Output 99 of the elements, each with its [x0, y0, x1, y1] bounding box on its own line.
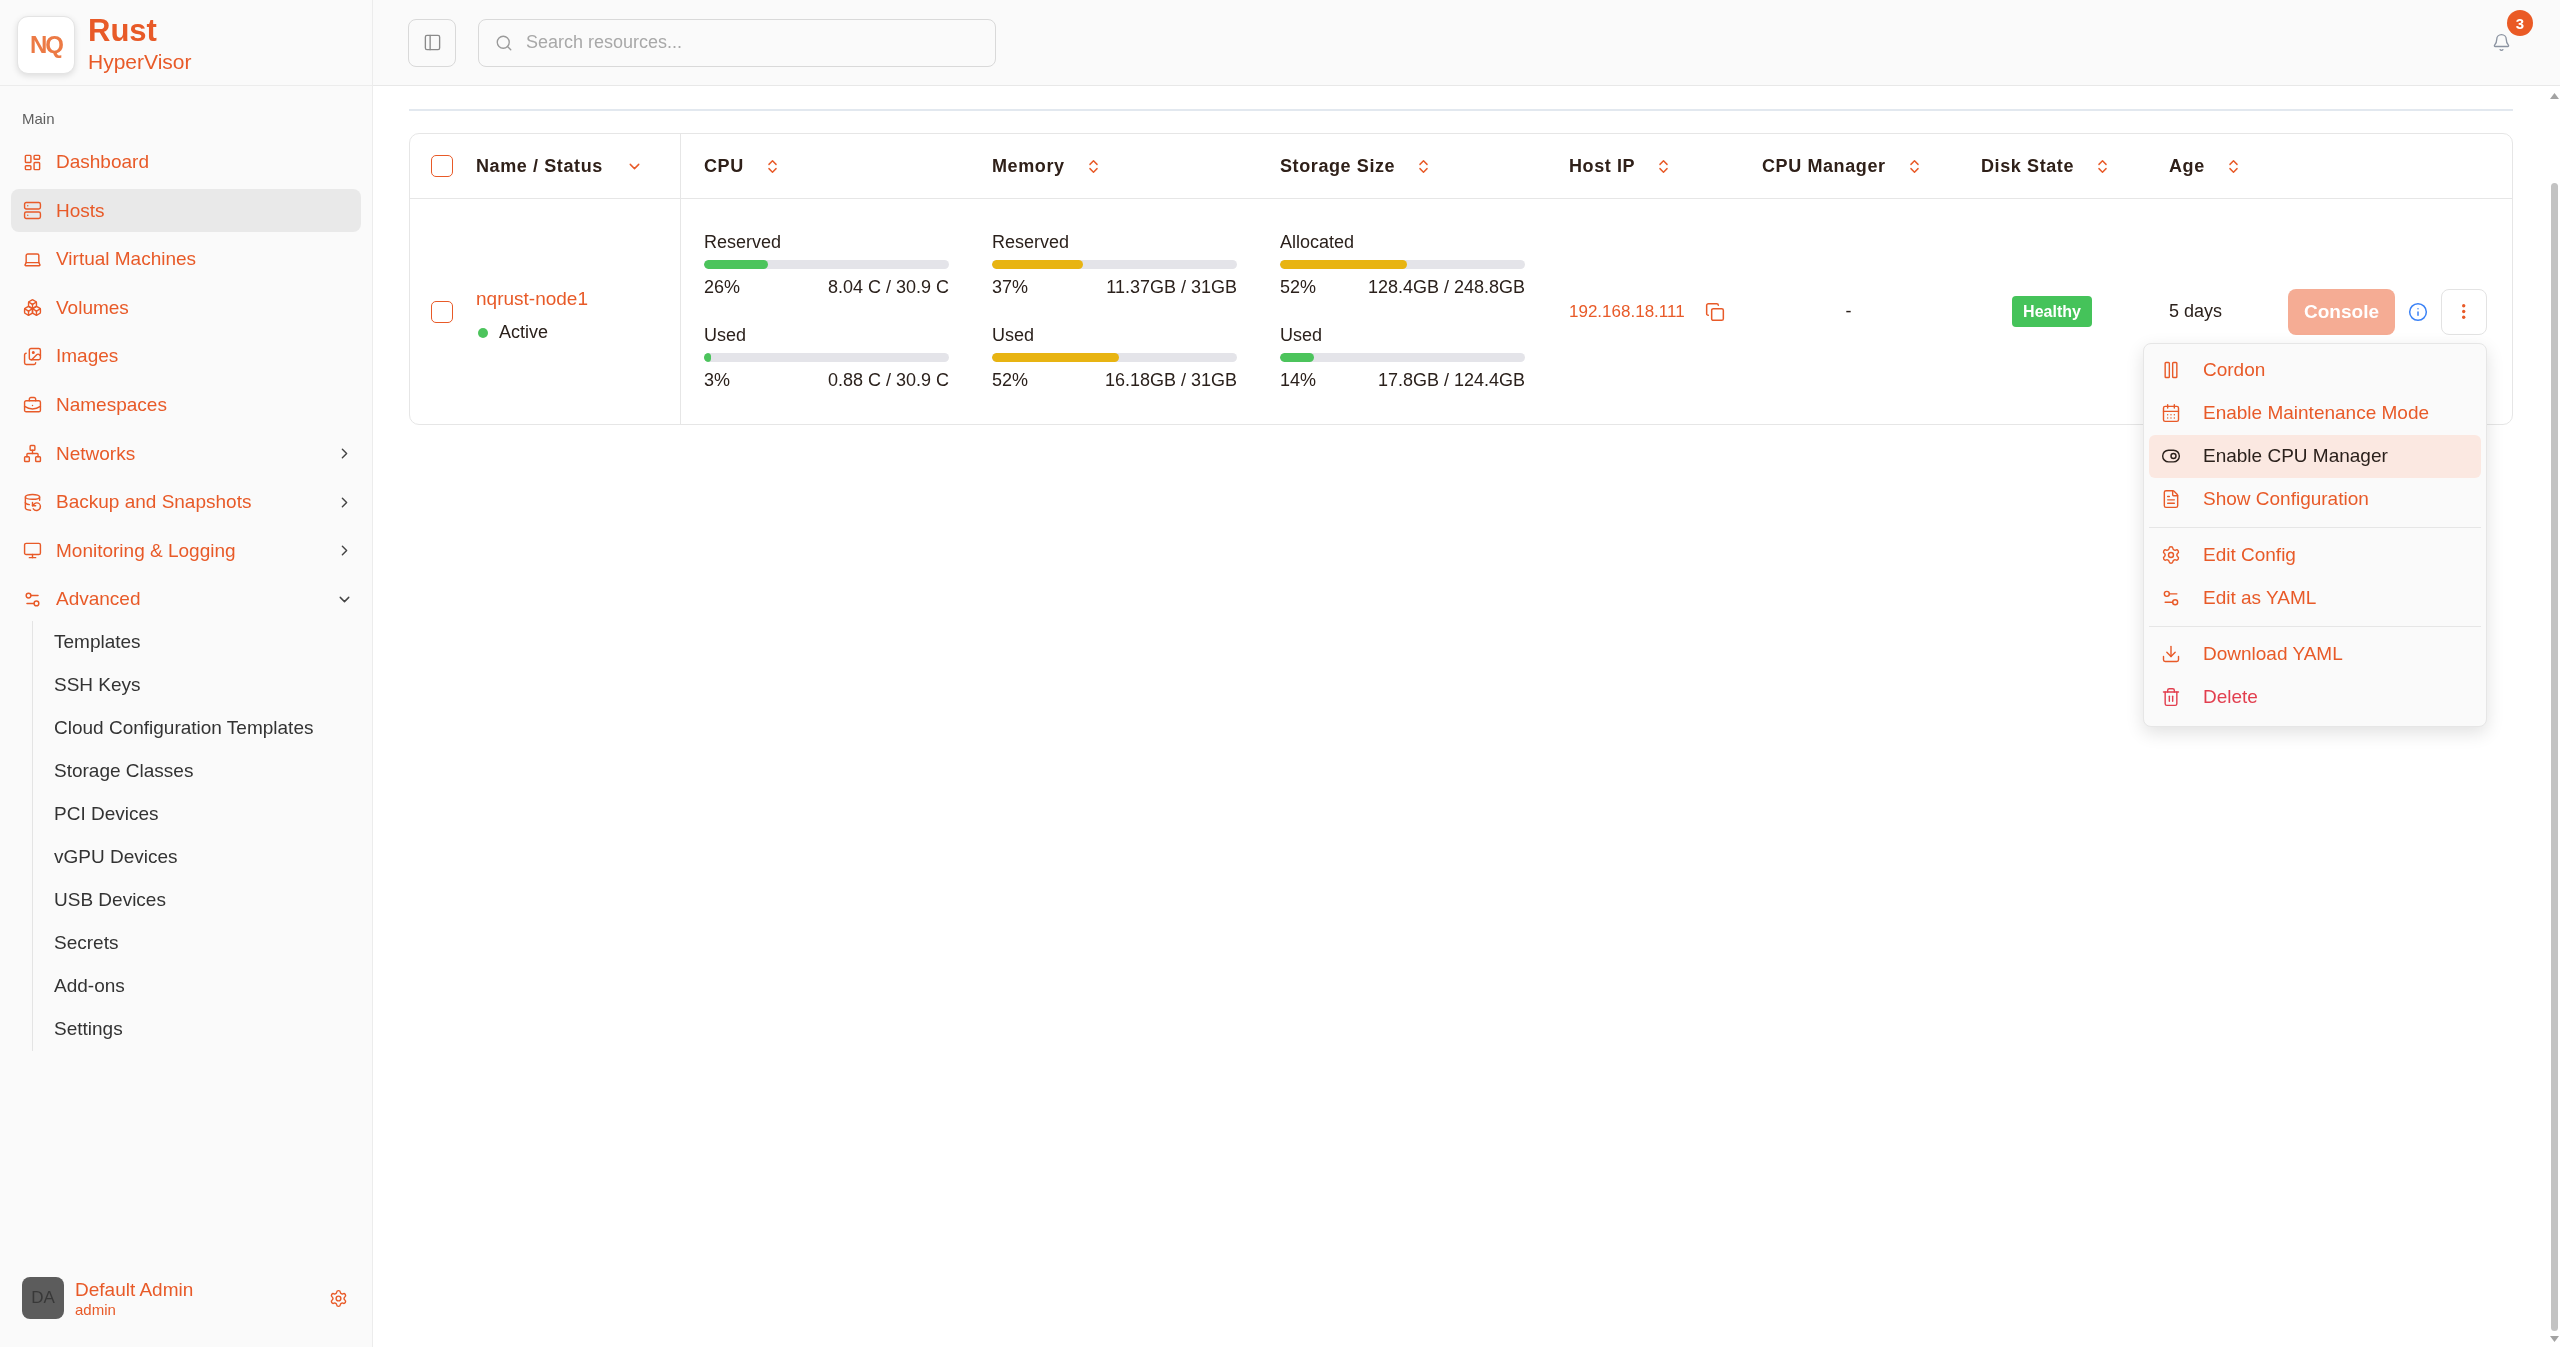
column-header: Name / Status	[476, 155, 603, 177]
user-role: admin	[75, 1300, 116, 1319]
cpu-manager-value: -	[1845, 301, 1852, 322]
network-icon	[23, 444, 42, 464]
column-header: Storage Size	[1280, 155, 1396, 177]
meter-reading: 17.8GB / 124.4GB	[1377, 370, 1525, 391]
dashboard-icon	[23, 152, 42, 172]
section-label: Main	[21, 109, 55, 129]
nav-item[interactable]: Namespaces	[11, 383, 361, 427]
nav-item[interactable]: Virtual Machines	[11, 237, 361, 281]
meter-percent: 3%	[704, 370, 730, 391]
scroll-up-arrow-icon[interactable]	[2549, 93, 2559, 99]
nav-item[interactable]: Volumes	[11, 286, 361, 330]
settings-icon[interactable]	[329, 1288, 348, 1308]
scroll-down-arrow-icon[interactable]	[2549, 1336, 2559, 1342]
database-icon	[23, 492, 42, 512]
brand-subtitle: HyperVisor	[88, 50, 192, 74]
gear-icon	[2161, 545, 2181, 565]
user-name: Default Admin	[75, 1277, 194, 1301]
meter-percent: 52%	[1280, 277, 1317, 298]
nav-subitem[interactable]: Cloud Configuration Templates	[33, 706, 361, 750]
age-value: 5 days	[2169, 301, 2223, 322]
more-icon	[2462, 304, 2466, 319]
nav-subitem[interactable]: Templates	[33, 620, 361, 664]
meter-reading: 16.18GB / 31GB	[1104, 370, 1237, 391]
briefcase-icon	[23, 395, 42, 415]
nav-item[interactable]: Backup and Snapshots	[11, 480, 361, 524]
column-header: Memory	[992, 155, 1065, 177]
host-name-link[interactable]: nqrust-node1	[476, 288, 588, 310]
sidebar-toggle-button[interactable]	[408, 18, 456, 67]
disk-state-badge: Healthy	[2012, 296, 2092, 327]
meter-label: Allocated	[1280, 232, 1355, 253]
notification-badge: 3	[2507, 10, 2533, 36]
column-header: Age	[2169, 155, 2205, 177]
nav-subitem[interactable]: Settings	[33, 1007, 361, 1051]
menu-item[interactable]: Edit as YAML	[2149, 576, 2481, 620]
meter-percent: 37%	[992, 277, 1029, 298]
nav-item[interactable]: Advanced	[11, 577, 361, 621]
copy-icon[interactable]	[1704, 301, 1725, 322]
search-field[interactable]: Search resources...	[478, 18, 996, 67]
meter-reading: 8.04 C / 30.9 C	[827, 277, 949, 298]
monitor-icon	[23, 541, 42, 561]
meter-label: Used	[704, 325, 747, 346]
checkbox[interactable]	[431, 155, 453, 177]
server-icon	[23, 201, 42, 221]
nav-item[interactable]: Hosts	[11, 189, 361, 233]
menu-item[interactable]: Enable Maintenance Mode	[2149, 391, 2481, 435]
menu-item[interactable]: Cordon	[2149, 348, 2481, 392]
meter-percent: 14%	[1280, 370, 1317, 391]
menu-item[interactable]: Show Configuration	[2149, 477, 2481, 521]
images-icon	[23, 346, 42, 366]
meter-reading: 128.4GB / 248.8GB	[1367, 277, 1525, 298]
nav-subitem[interactable]: Add-ons	[33, 964, 361, 1008]
meter-label: Reserved	[704, 232, 782, 253]
sliders-icon	[2161, 588, 2181, 608]
download-icon	[2161, 644, 2181, 664]
meter-reading: 0.88 C / 30.9 C	[827, 370, 949, 391]
logo: NQ	[17, 15, 75, 74]
nav-subitem[interactable]: PCI Devices	[33, 792, 361, 836]
status-text: Active	[499, 322, 549, 343]
nav-item[interactable]: Networks	[11, 432, 361, 476]
menu-item[interactable]: Enable CPU Manager	[2149, 434, 2481, 478]
host-ip: 192.168.18.111	[1569, 301, 1685, 322]
brand-title: Rust	[88, 15, 158, 47]
nav-subitem[interactable]: Storage Classes	[33, 749, 361, 793]
column-header: CPU	[704, 155, 744, 177]
sliders-icon	[23, 589, 42, 609]
checkbox[interactable]	[431, 300, 453, 323]
calendar-icon	[2161, 403, 2181, 423]
menu-item[interactable]: Delete	[2149, 675, 2481, 719]
meter-label: Reserved	[992, 232, 1070, 253]
pause-icon	[2161, 360, 2181, 380]
column-header: Disk State	[1981, 155, 2075, 177]
scrollbar-thumb[interactable]	[2550, 183, 2558, 1331]
nav-item[interactable]: Dashboard	[11, 140, 361, 184]
nav-item[interactable]: Images	[11, 334, 361, 378]
meter-reading: 11.37GB / 31GB	[1106, 277, 1237, 298]
nav-item[interactable]: Monitoring & Logging	[11, 529, 361, 573]
nav-subitem[interactable]: vGPU Devices	[33, 835, 361, 879]
trash-icon	[2161, 687, 2181, 707]
column-header: Host IP	[1569, 155, 1636, 177]
menu-item[interactable]: Edit Config	[2149, 533, 2481, 577]
meter-percent: 26%	[704, 277, 741, 298]
meter-percent: 52%	[992, 370, 1029, 391]
column-header: CPU Manager	[1762, 155, 1886, 177]
meter-label: Used	[992, 325, 1035, 346]
panel-icon	[422, 33, 442, 52]
document-icon	[2161, 489, 2181, 509]
nav-subitem[interactable]: SSH Keys	[33, 663, 361, 707]
menu-item[interactable]: Download YAML	[2149, 632, 2481, 676]
notification-icon[interactable]	[2492, 33, 2511, 52]
search-icon	[495, 33, 513, 52]
meter-label: Used	[1280, 325, 1323, 346]
boxes-icon	[23, 298, 42, 318]
console-button[interactable]: Console	[2288, 288, 2395, 335]
info-icon[interactable]	[2408, 301, 2428, 322]
toggle-icon	[2161, 446, 2181, 466]
nav-subitem[interactable]: USB Devices	[33, 878, 361, 922]
nav-subitem[interactable]: Secrets	[33, 921, 361, 965]
